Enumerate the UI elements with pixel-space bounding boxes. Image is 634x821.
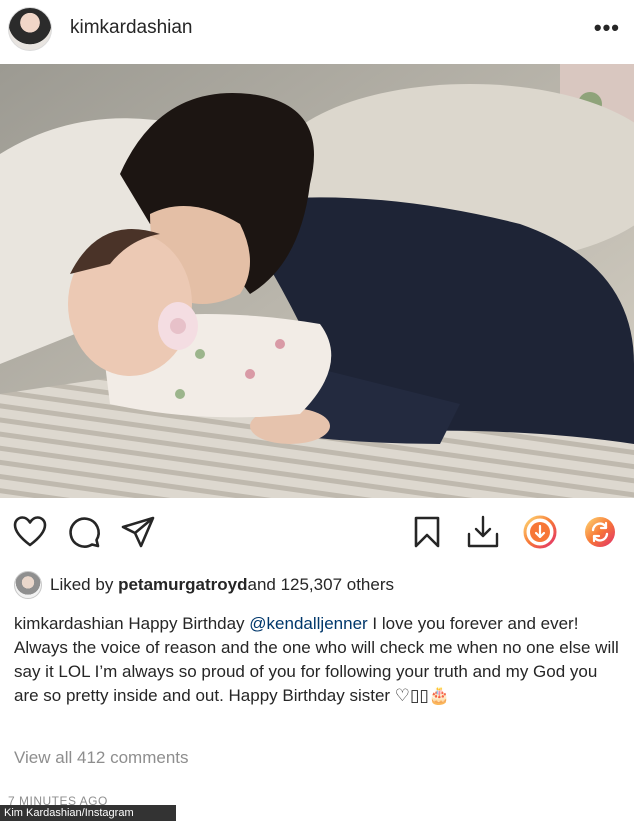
post-caption: kimkardashian Happy Birthday @kendalljen… [14, 612, 622, 708]
download-circle-icon[interactable] [522, 514, 558, 550]
caption-text-before: Happy Birthday [123, 614, 250, 633]
likes-suffix[interactable]: and 125,307 others [247, 575, 394, 595]
heart-icon[interactable] [12, 514, 48, 550]
more-options-icon[interactable]: ••• [594, 15, 620, 41]
likes-prefix: Liked by [50, 575, 114, 594]
caption-mention[interactable]: @kendalljenner [249, 614, 367, 633]
action-bar [0, 508, 634, 556]
username-link[interactable]: kimkardashian [70, 17, 193, 39]
post-header: kimkardashian ••• [0, 0, 634, 60]
image-credit: Kim Kardashian/Instagram [0, 805, 176, 821]
view-all-comments-link[interactable]: View all 412 comments [14, 748, 189, 768]
post-image[interactable] [0, 64, 634, 498]
liker-avatar[interactable] [14, 571, 42, 599]
download-icon[interactable] [465, 514, 501, 550]
comment-icon[interactable] [66, 514, 102, 550]
likes-row: Liked by petamurgatroyd and 125,307 othe… [14, 568, 394, 602]
bookmark-icon[interactable] [409, 514, 445, 550]
liker-username[interactable]: petamurgatroyd [118, 575, 247, 595]
caption-username[interactable]: kimkardashian [14, 614, 124, 633]
post-photo-illustration [0, 64, 634, 498]
share-icon[interactable] [120, 514, 156, 550]
repost-icon[interactable] [582, 514, 618, 550]
avatar[interactable] [8, 7, 52, 51]
